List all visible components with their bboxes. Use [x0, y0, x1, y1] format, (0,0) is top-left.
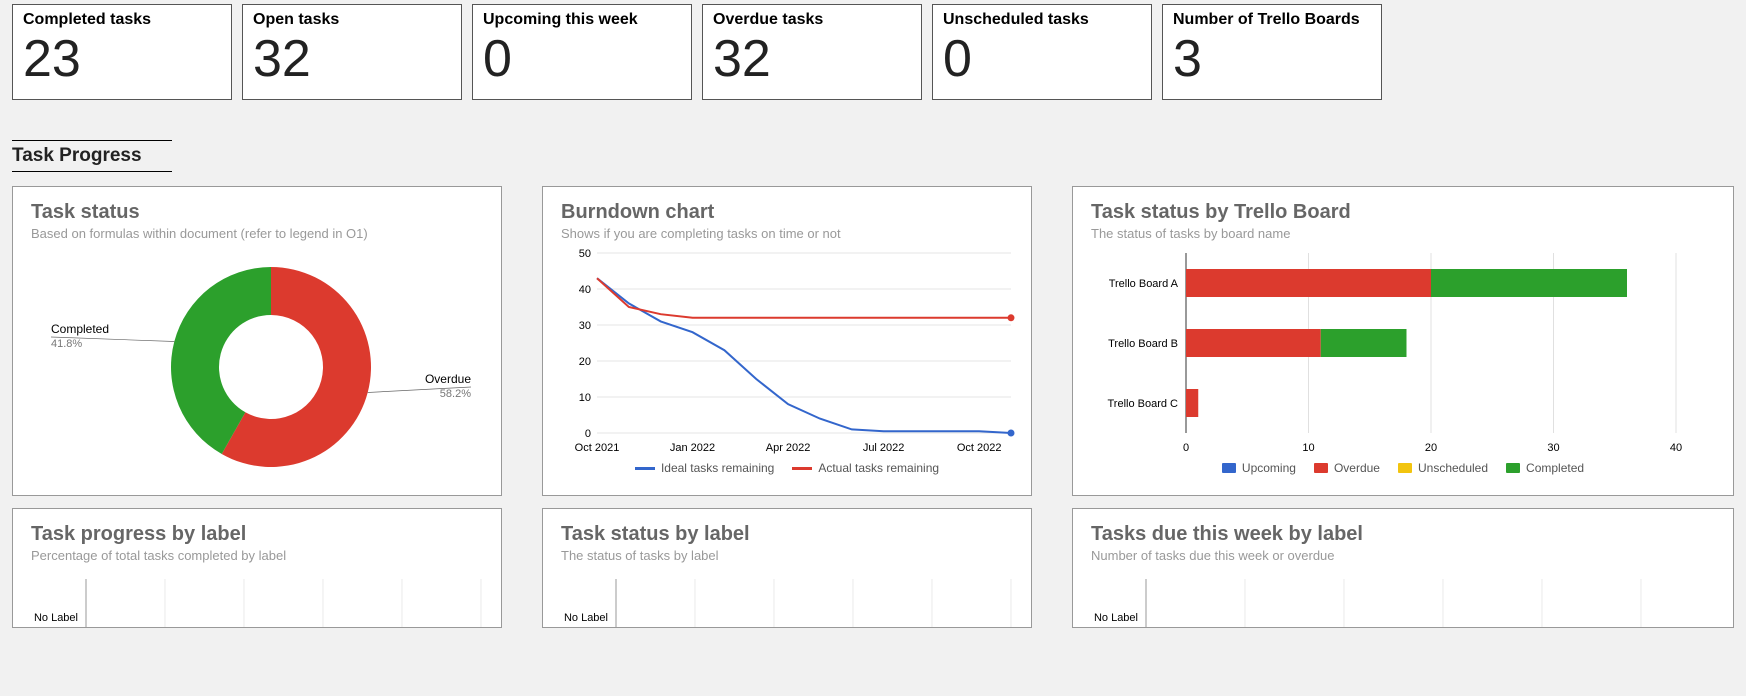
chart-title: Task progress by label: [31, 523, 483, 546]
chart-row-1: Task status Based on formulas within doc…: [0, 186, 1746, 508]
kpi-value: 3: [1173, 31, 1371, 88]
swatch-blue: [1222, 463, 1236, 473]
svg-text:58.2%: 58.2%: [440, 388, 471, 400]
kpi-value: 0: [483, 31, 681, 88]
swatch-yellow: [1398, 463, 1412, 473]
legend-label: Actual tasks remaining: [818, 461, 939, 475]
chart-status-by-label: Task status by label The status of tasks…: [542, 508, 1032, 628]
legend-label: Completed: [1526, 461, 1584, 475]
chart-subtitle: Number of tasks due this week or overdue: [1091, 548, 1715, 563]
chart-subtitle: Based on formulas within document (refer…: [31, 226, 483, 241]
legend-completed: Completed: [1506, 461, 1584, 475]
chart-title: Task status by Trello Board: [1091, 201, 1715, 224]
section-title: Task Progress: [12, 140, 172, 172]
kpi-overdue-tasks: Overdue tasks 32: [702, 4, 922, 100]
svg-text:40: 40: [1670, 442, 1682, 454]
legend-ideal: Ideal tasks remaining: [635, 461, 774, 475]
svg-text:Jul 2022: Jul 2022: [863, 442, 905, 454]
legend-label: Overdue: [1334, 461, 1380, 475]
kpi-label: Upcoming this week: [483, 11, 681, 29]
line-swatch-blue: [635, 467, 655, 470]
kpi-num-boards: Number of Trello Boards 3: [1162, 4, 1382, 100]
svg-text:40: 40: [579, 284, 591, 296]
swatch-green: [1506, 463, 1520, 473]
chart-subtitle: The status of tasks by label: [561, 548, 1013, 563]
board-legend: Upcoming Overdue Unscheduled Completed: [1091, 461, 1715, 475]
svg-text:0: 0: [585, 428, 591, 440]
chart-title: Task status by label: [561, 523, 1013, 546]
kpi-unscheduled-tasks: Unscheduled tasks 0: [932, 4, 1152, 100]
chart-subtitle: The status of tasks by board name: [1091, 226, 1715, 241]
svg-text:Oct 2021: Oct 2021: [575, 442, 620, 454]
hbar-chart-svg: 0 10 20 30 40 Trello Board A Trello Board B Tre…: [1091, 247, 1691, 457]
kpi-label: Number of Trello Boards: [1173, 11, 1371, 29]
chart-task-status: Task status Based on formulas within doc…: [12, 186, 502, 496]
chart-subtitle: Shows if you are completing tasks on tim…: [561, 226, 1013, 241]
svg-text:Trello Board A: Trello Board A: [1109, 278, 1179, 290]
burndown-legend: Ideal tasks remaining Actual tasks remai…: [561, 461, 1013, 475]
svg-text:Trello Board C: Trello Board C: [1107, 398, 1178, 410]
legend-label: Upcoming: [1242, 461, 1296, 475]
legend-actual: Actual tasks remaining: [792, 461, 939, 475]
svg-text:Completed: Completed: [51, 322, 109, 336]
chart-title: Task status: [31, 201, 483, 224]
kpi-label: Completed tasks: [23, 11, 221, 29]
legend-overdue: Overdue: [1314, 461, 1380, 475]
legend-unscheduled: Unscheduled: [1398, 461, 1488, 475]
svg-text:10: 10: [579, 392, 591, 404]
stub-chart-svg: No Label: [561, 569, 1021, 628]
svg-text:20: 20: [579, 356, 591, 368]
swatch-red: [1314, 463, 1328, 473]
stub-chart-svg: No Label: [31, 569, 491, 628]
svg-text:30: 30: [1547, 442, 1559, 454]
svg-text:No Label: No Label: [1094, 612, 1138, 624]
chart-title: Burndown chart: [561, 201, 1013, 224]
kpi-value: 32: [253, 31, 451, 88]
legend-label: Ideal tasks remaining: [661, 461, 774, 475]
svg-text:20: 20: [1425, 442, 1437, 454]
legend-upcoming: Upcoming: [1222, 461, 1296, 475]
section-title-wrap: Task Progress: [12, 140, 1746, 172]
kpi-label: Open tasks: [253, 11, 451, 29]
svg-text:30: 30: [579, 320, 591, 332]
kpi-row: Completed tasks 23 Open tasks 32 Upcomin…: [0, 0, 1746, 110]
kpi-upcoming-week: Upcoming this week 0: [472, 4, 692, 100]
svg-text:50: 50: [579, 248, 591, 260]
kpi-value: 0: [943, 31, 1141, 88]
svg-text:No Label: No Label: [564, 612, 608, 624]
svg-text:10: 10: [1302, 442, 1314, 454]
chart-progress-by-label: Task progress by label Percentage of tot…: [12, 508, 502, 628]
donut-chart-svg: Overdue 58.2% Completed 41.8%: [31, 247, 491, 487]
kpi-label: Overdue tasks: [713, 11, 911, 29]
svg-text:0: 0: [1183, 442, 1189, 454]
chart-due-by-label: Tasks due this week by label Number of t…: [1072, 508, 1734, 628]
kpi-open-tasks: Open tasks 32: [242, 4, 462, 100]
chart-status-by-board: Task status by Trello Board The status o…: [1072, 186, 1734, 496]
stub-chart-svg: No Label: [1091, 569, 1651, 628]
svg-text:Overdue: Overdue: [425, 372, 471, 386]
svg-text:Apr 2022: Apr 2022: [766, 442, 811, 454]
burndown-chart-svg: 0 10 20 30 40 50 Oct 2021 Jan 2022 Apr 2022 Jul 2…: [561, 247, 1021, 457]
svg-text:41.8%: 41.8%: [51, 338, 82, 350]
legend-label: Unscheduled: [1418, 461, 1488, 475]
chart-row-2: Task progress by label Percentage of tot…: [0, 508, 1746, 640]
chart-subtitle: Percentage of total tasks completed by l…: [31, 548, 483, 563]
kpi-value: 23: [23, 31, 221, 88]
chart-burndown: Burndown chart Shows if you are completi…: [542, 186, 1032, 496]
svg-text:No Label: No Label: [34, 612, 78, 624]
kpi-label: Unscheduled tasks: [943, 11, 1141, 29]
svg-text:Trello Board B: Trello Board B: [1108, 338, 1178, 350]
svg-text:Jan 2022: Jan 2022: [670, 442, 715, 454]
svg-text:Oct 2022: Oct 2022: [957, 442, 1002, 454]
kpi-value: 32: [713, 31, 911, 88]
kpi-completed-tasks: Completed tasks 23: [12, 4, 232, 100]
line-swatch-red: [792, 467, 812, 470]
chart-title: Tasks due this week by label: [1091, 523, 1715, 546]
